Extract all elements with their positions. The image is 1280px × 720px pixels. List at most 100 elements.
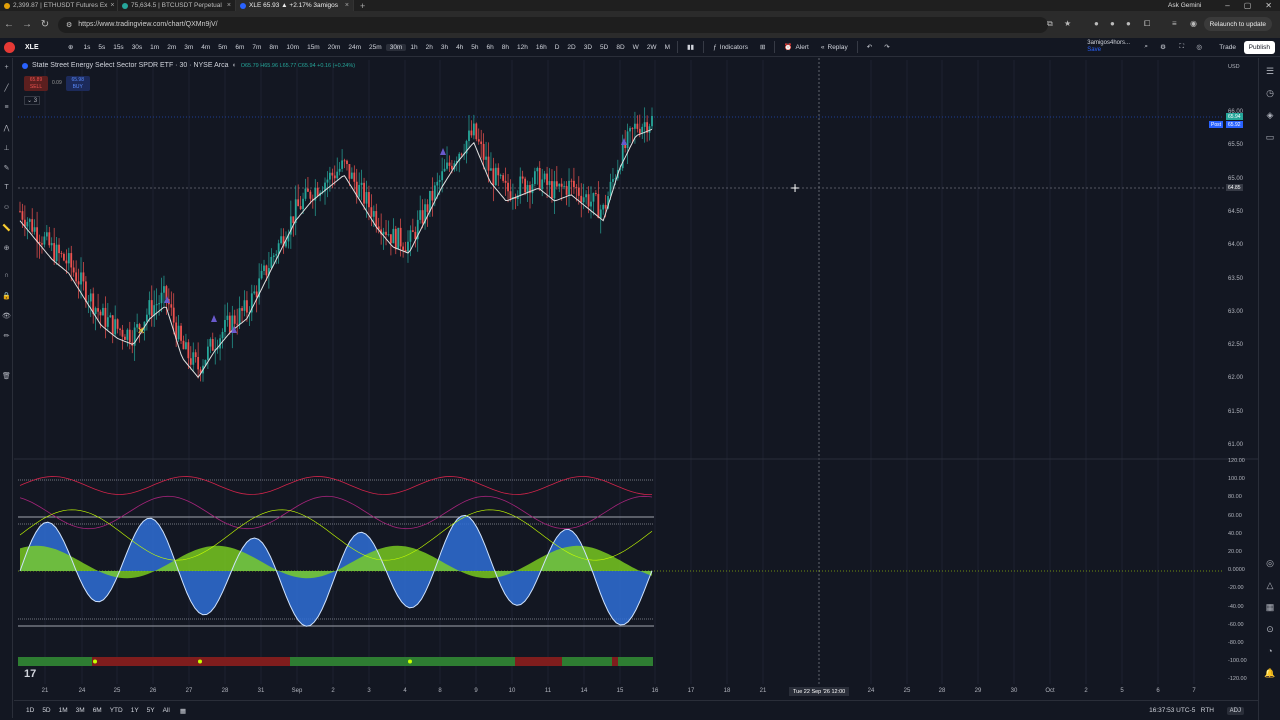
indicator-tick-label: 120.00	[1228, 458, 1245, 464]
candle-body	[558, 183, 561, 187]
candle-body	[551, 181, 553, 199]
candle-body	[394, 228, 397, 250]
candle-body	[597, 194, 600, 218]
sell-label: SELL	[29, 84, 43, 90]
candle-body	[302, 198, 304, 210]
candle-body	[45, 232, 48, 237]
candle-body	[150, 300, 153, 316]
crosshair-price-badge: 64.85	[1226, 184, 1243, 191]
candle-body	[41, 243, 43, 245]
candle-body	[238, 308, 241, 325]
signal-triangle	[211, 315, 217, 322]
candle-body	[84, 281, 87, 302]
candle-body	[148, 300, 151, 315]
sell-price: 65.89	[29, 77, 43, 83]
time-tick-label: 8	[438, 688, 442, 694]
time-tick-label: 27	[185, 688, 193, 694]
trend-segment	[515, 657, 562, 666]
candle-body	[194, 352, 197, 357]
currency-label[interactable]: USD	[1228, 64, 1240, 70]
clock[interactable]: 16:37:53 UTC-5 RTH	[1149, 707, 1214, 714]
indicator-tick-label: -100.00	[1228, 658, 1247, 665]
time-tick-label: 7	[1192, 688, 1196, 694]
upper-band-line	[19, 476, 653, 495]
candle-body	[297, 199, 300, 207]
signal-triangle	[621, 138, 627, 145]
time-tick-label: 21	[41, 688, 49, 694]
price-tick-label: 62.00	[1228, 375, 1244, 382]
moving-average-line	[19, 128, 653, 379]
candle-body	[472, 123, 475, 136]
indicator-tick-label: -20.00	[1228, 585, 1244, 592]
price-tick-label: 61.50	[1228, 408, 1244, 415]
candle-body	[206, 346, 209, 360]
candle-body	[560, 183, 563, 187]
candle-body	[97, 308, 99, 312]
range-YTD[interactable]: YTD	[106, 707, 127, 714]
candle-body	[494, 167, 497, 186]
range-6M[interactable]: 6M	[89, 707, 106, 714]
symbol-logo-icon	[22, 62, 28, 69]
candle-body	[480, 141, 483, 144]
candle-body	[475, 123, 478, 140]
candle-body	[536, 168, 539, 172]
candle-body	[360, 182, 363, 185]
candle-body	[546, 173, 548, 185]
candle-body	[507, 182, 509, 192]
sell-button[interactable]: 65.89 SELL	[24, 76, 48, 91]
eye-icon[interactable]: ◐	[232, 62, 236, 69]
range-5D[interactable]: 5D	[38, 707, 54, 714]
range-3M[interactable]: 3M	[72, 707, 89, 714]
candle-body	[211, 339, 214, 351]
candle-body	[75, 272, 78, 282]
candle-body	[336, 171, 339, 179]
post-price-badge: 65.92	[1226, 121, 1243, 128]
price-tick-label: 63.50	[1228, 275, 1244, 282]
candle-body	[116, 319, 119, 329]
trend-segment	[92, 657, 290, 666]
candle-body	[538, 168, 541, 190]
candle-body	[94, 308, 97, 315]
candle-body	[119, 328, 121, 330]
candle-body	[299, 206, 302, 210]
goto-date-icon[interactable]: ▦	[180, 707, 186, 715]
candle-body	[477, 139, 480, 142]
post-label-badge: Post	[1209, 121, 1224, 128]
candle-body	[228, 315, 231, 333]
range-All[interactable]: All	[159, 707, 174, 714]
time-tick-label: 31	[257, 688, 265, 694]
adj-toggle[interactable]: ADJ	[1226, 706, 1244, 715]
trend-dot	[408, 659, 412, 664]
candle-body	[341, 160, 344, 169]
time-tick-label: 25	[113, 688, 121, 694]
range-1M[interactable]: 1M	[55, 707, 72, 714]
candle-body	[50, 243, 53, 246]
candle-body	[126, 329, 129, 340]
candle-body	[497, 167, 500, 176]
candle-body	[224, 319, 226, 332]
price-chart[interactable]: ✕ +	[0, 0, 1280, 720]
tradingview-logo[interactable]: 17	[24, 668, 36, 680]
indicator-tick-label: 60.00	[1228, 512, 1242, 519]
candle-body	[265, 265, 268, 276]
candle-body	[316, 187, 319, 196]
range-1Y[interactable]: 1Y	[127, 707, 143, 714]
buy-button[interactable]: 65.98 BUY	[65, 76, 90, 91]
candle-body	[643, 122, 646, 127]
range-buttons: 1D 5D 1M 3M 6M YTD 1Y 5Y All	[22, 707, 174, 714]
price-tick-label: 64.50	[1228, 208, 1244, 215]
candle-body	[470, 130, 473, 136]
candle-body	[375, 211, 378, 227]
time-tick-label: Sep	[291, 688, 303, 694]
range-1D[interactable]: 1D	[22, 707, 38, 714]
candle-body	[438, 180, 441, 182]
indicator-count[interactable]: ⌄ 3	[24, 96, 41, 105]
trend-segment	[618, 657, 653, 666]
time-tick-label: 4	[403, 688, 407, 694]
time-tick-label: 11	[544, 688, 552, 694]
trend-segment	[290, 657, 515, 666]
candle-body	[368, 192, 370, 208]
range-5Y[interactable]: 5Y	[143, 707, 159, 714]
candle-body	[570, 180, 573, 182]
signal-triangle	[440, 148, 446, 155]
